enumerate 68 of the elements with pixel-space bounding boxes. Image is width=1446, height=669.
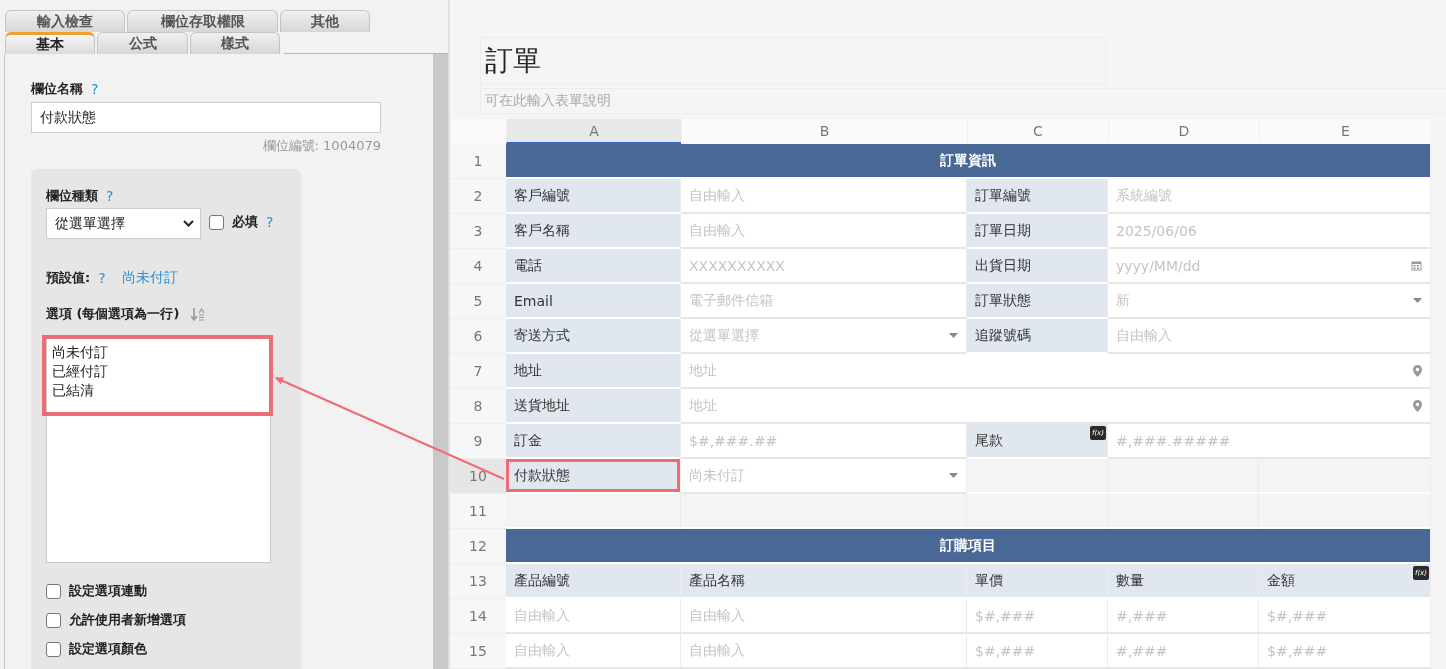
label-cell[interactable]: 單價 [967, 564, 1108, 599]
row-number[interactable]: 10 [450, 459, 506, 494]
panel-tab[interactable]: 基本 [5, 32, 95, 54]
checkbox-label: 允許使用者新增選項 [69, 611, 186, 629]
options-label: 選項 (每個選項為一行) [46, 305, 180, 323]
label-cell[interactable]: 付款狀態 [506, 459, 681, 494]
option-checkbox[interactable] [46, 583, 61, 599]
label-cell[interactable]: 地址 [506, 354, 681, 389]
panel-tab[interactable]: 輸入檢查 [5, 10, 125, 32]
label-cell[interactable]: 產品編號 [506, 564, 681, 599]
option-line: 尚未付訂 [52, 343, 108, 362]
default-value-label: 預設值: [46, 269, 91, 287]
field-id-text: 欄位編號: 1004079 [261, 137, 381, 155]
label-cell[interactable]: 寄送方式 [506, 319, 681, 354]
column-header[interactable]: A [506, 119, 681, 144]
section-header[interactable]: 訂單資訊 [506, 144, 1431, 179]
label-cell[interactable]: Email [506, 284, 681, 319]
label-cell[interactable]: 送貨地址 [506, 389, 681, 424]
options-textarea[interactable]: 尚未付訂 已經付訂 已結清 [46, 337, 271, 563]
label-cell[interactable]: 電話 [506, 249, 681, 284]
checkbox-label: 設定選項顏色 [69, 640, 147, 658]
column-header[interactable]: E [1259, 119, 1431, 144]
help-link[interactable]: ? [106, 188, 114, 204]
default-value-link[interactable]: 尚未付訂 [121, 269, 178, 287]
panel-tab[interactable]: 欄位存取權限 [127, 10, 278, 32]
help-link[interactable]: ? [98, 270, 106, 286]
label-cell[interactable]: 客戶名稱 [506, 214, 681, 249]
caret-icon[interactable] [1413, 298, 1422, 303]
label-cell[interactable]: 訂單編號 [967, 179, 1108, 214]
label-cell[interactable]: 客戶編號 [506, 179, 681, 214]
option-line: 已經付訂 [52, 362, 108, 381]
field-name-label: 欄位名稱 [31, 80, 83, 98]
field-type-label: 欄位種類 [46, 187, 98, 205]
caret-icon[interactable] [949, 473, 958, 478]
form-title[interactable]: 訂單 [480, 37, 1106, 85]
label-cell[interactable]: 產品名稱 [681, 564, 967, 599]
calendar-icon[interactable] [1411, 260, 1422, 271]
label-cell[interactable]: 出貨日期 [967, 249, 1108, 284]
option-checkbox[interactable] [46, 641, 61, 657]
panel-tab[interactable]: 公式 [97, 32, 188, 54]
required-checkbox[interactable] [209, 214, 224, 230]
caret-icon[interactable] [949, 333, 958, 338]
column-header[interactable]: B [681, 119, 967, 144]
chevron-down-icon [183, 220, 194, 227]
label-cell[interactable]: 追蹤號碼 [967, 319, 1108, 354]
help-link[interactable]: ? [91, 81, 99, 97]
option-line: 已結清 [52, 381, 94, 400]
required-label: 必填 [232, 213, 258, 231]
corner-cell[interactable] [450, 119, 506, 144]
label-cell[interactable]: 訂單日期 [967, 214, 1108, 249]
label-cell[interactable]: 數量 [1108, 564, 1259, 599]
scrollbar[interactable] [433, 54, 448, 669]
column-header[interactable]: C [967, 119, 1108, 144]
form-description-field[interactable]: 可在此輸入表單說明 [480, 88, 1446, 114]
section-header[interactable]: 訂購項目 [506, 529, 1431, 564]
column-header[interactable]: D [1108, 119, 1259, 144]
label-cell[interactable]: 訂金 [506, 424, 681, 459]
help-link[interactable]: ? [266, 214, 274, 230]
option-checkbox[interactable] [46, 612, 61, 628]
panel-tab[interactable]: 樣式 [190, 32, 280, 54]
location-pin-icon[interactable] [1413, 364, 1422, 377]
field-type-select[interactable]: 從選單選擇 [46, 208, 201, 239]
field-name-input[interactable]: 付款狀態 [31, 102, 381, 133]
sort-icon[interactable] [191, 307, 206, 321]
label-cell[interactable]: 訂單狀態 [967, 284, 1108, 319]
location-pin-icon[interactable] [1413, 399, 1422, 412]
checkbox-label: 設定選項連動 [69, 582, 147, 600]
panel-tab[interactable]: 其他 [280, 10, 370, 32]
